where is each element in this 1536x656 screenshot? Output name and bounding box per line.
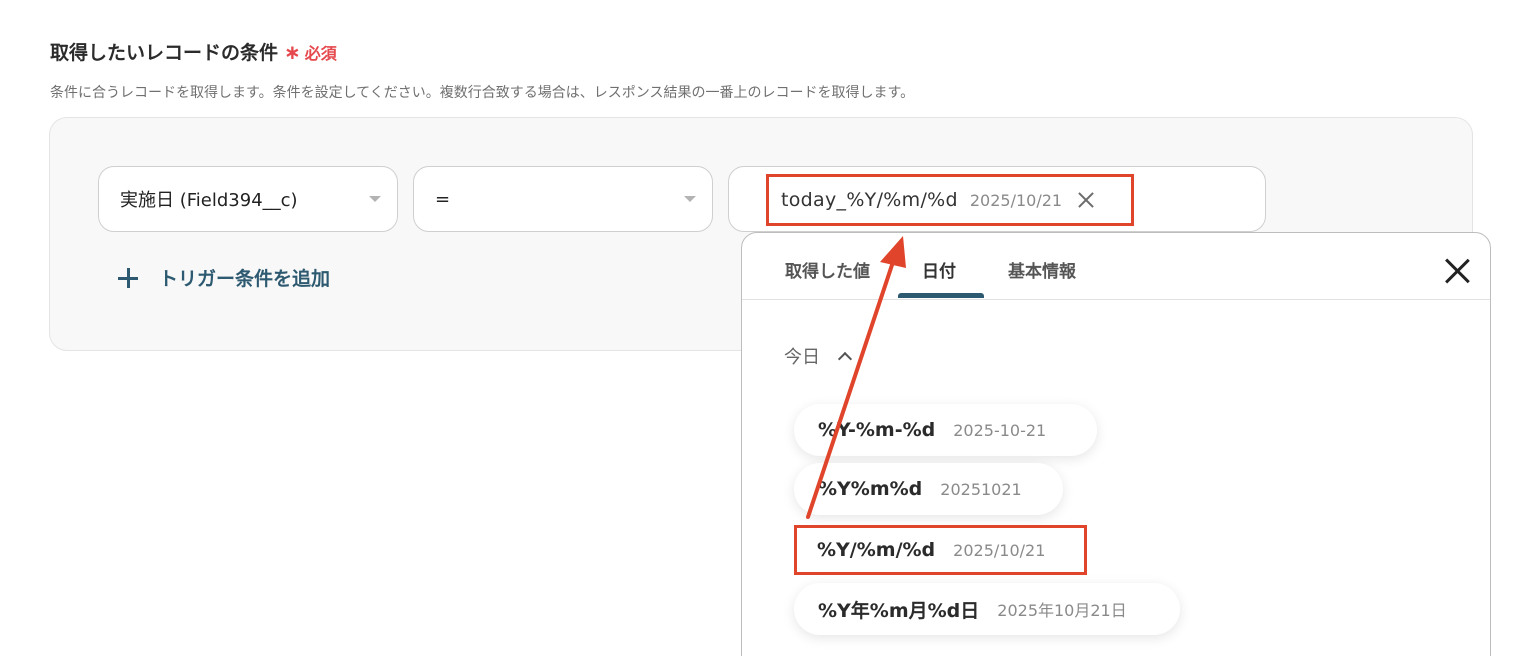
page-root: 取得したいレコードの条件 ∗ 必須 条件に合うレコードを取得します。条件を設定し… xyxy=(0,0,1536,656)
popup-tabs: 取得した値 日付 基本情報 xyxy=(742,233,1490,300)
date-format-option[interactable]: %Y-%m-%d 2025-10-21 xyxy=(794,404,1097,456)
option-preview: 2025/10/21 xyxy=(953,540,1046,560)
plus-icon xyxy=(118,267,138,288)
close-icon[interactable] xyxy=(1076,190,1096,210)
chevron-up-icon xyxy=(837,351,853,367)
group-today-label: 今日 xyxy=(784,347,820,368)
tab-basic-info[interactable]: 基本情報 xyxy=(1008,257,1076,282)
option-preview: 20251021 xyxy=(940,479,1022,499)
option-variable: %Y%m%d xyxy=(818,478,923,500)
date-format-option[interactable]: %Y年%m月%d日 2025年10月21日 xyxy=(794,583,1180,635)
option-variable: %Y年%m月%d日 xyxy=(818,599,980,622)
date-format-option[interactable]: %Y%m%d 20251021 xyxy=(794,463,1063,515)
close-icon[interactable] xyxy=(1444,258,1470,284)
date-format-option-highlighted[interactable]: %Y/%m/%d 2025/10/21 xyxy=(794,525,1087,575)
section-title-text: 取得したいレコードの条件 xyxy=(50,42,279,64)
chip-preview: 2025/10/21 xyxy=(969,190,1063,210)
variable-picker-popup: 取得した値 日付 基本情報 今日 %Y-%m-%d 2025-10-21 %Y%… xyxy=(741,232,1491,656)
chevron-down-icon xyxy=(369,196,381,202)
section-title: 取得したいレコードの条件 ∗ 必須 xyxy=(50,38,337,65)
chip-variable: today_%Y/%m/%d xyxy=(781,189,958,211)
option-variable: %Y/%m/%d xyxy=(817,539,936,561)
operator-select[interactable]: = xyxy=(413,166,713,232)
value-variable-chip[interactable]: today_%Y/%m/%d 2025/10/21 xyxy=(766,174,1134,226)
required-label: 必須 xyxy=(304,43,337,63)
add-condition-button[interactable]: トリガー条件を追加 xyxy=(118,264,330,291)
tab-date[interactable]: 日付 xyxy=(922,257,956,282)
section-description: 条件に合うレコードを取得します。条件を設定してください。複数行合致する場合は、レ… xyxy=(50,85,915,101)
chevron-down-icon xyxy=(684,196,696,202)
group-today-header[interactable]: 今日 xyxy=(784,343,853,369)
field-select[interactable]: 実施日 (Field394__c) xyxy=(98,166,398,232)
operator-select-value: = xyxy=(435,188,451,210)
required-asterisk-icon: ∗ xyxy=(284,39,301,64)
option-variable: %Y-%m-%d xyxy=(818,419,936,441)
option-preview: 2025年10月21日 xyxy=(997,601,1127,620)
tab-retrieved-values[interactable]: 取得した値 xyxy=(785,257,870,282)
add-condition-label: トリガー条件を追加 xyxy=(159,268,331,290)
option-preview: 2025-10-21 xyxy=(953,420,1047,440)
active-tab-indicator xyxy=(898,293,984,298)
field-select-value: 実施日 (Field394__c) xyxy=(120,190,298,211)
